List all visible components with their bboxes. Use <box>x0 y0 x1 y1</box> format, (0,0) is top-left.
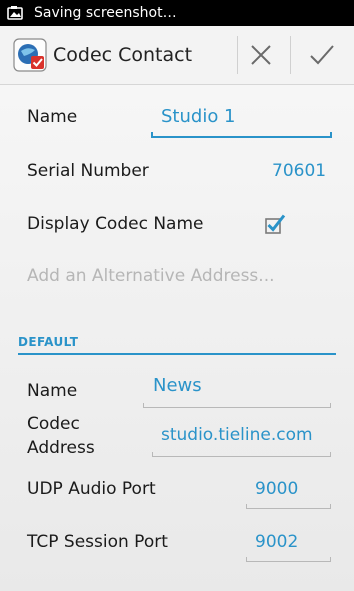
action-divider <box>290 36 291 74</box>
name-field[interactable]: Studio 1 <box>161 106 236 128</box>
udp-audio-port-underline <box>246 504 331 509</box>
screenshot-icon <box>7 5 23 21</box>
section-header-default: DEFAULT <box>18 335 79 349</box>
udp-audio-port-label: UDP Audio Port <box>27 479 156 499</box>
name-label: Name <box>27 107 78 127</box>
cancel-button[interactable] <box>238 34 284 76</box>
default-name-field[interactable]: News <box>153 375 202 397</box>
page-title: Codec Contact <box>53 44 193 66</box>
display-codec-name-label: Display Codec Name <box>27 214 204 234</box>
name-field-underline <box>151 132 332 138</box>
serial-number-label: Serial Number <box>27 161 149 181</box>
close-icon <box>251 45 271 65</box>
tcp-session-port-label: TCP Session Port <box>27 532 168 552</box>
display-codec-name-checkbox[interactable] <box>264 213 286 235</box>
serial-number-value: 70601 <box>272 161 327 181</box>
checkbox-checked-icon <box>265 214 286 234</box>
codec-contact-icon <box>13 38 47 72</box>
codec-address-label: Codec Address <box>27 414 95 458</box>
action-bar: Codec Contact <box>0 26 354 85</box>
contact-form: Name Studio 1 Serial Number 70601 Displa… <box>0 85 354 591</box>
checkmark-icon <box>310 45 334 65</box>
save-button[interactable] <box>298 34 344 76</box>
codec-address-field[interactable]: studio.tieline.com <box>161 424 313 446</box>
status-text: Saving screenshot… <box>34 5 177 21</box>
section-divider <box>18 353 336 355</box>
tcp-session-port-underline <box>246 557 331 562</box>
codec-address-underline <box>152 452 331 457</box>
status-bar: Saving screenshot… <box>0 0 354 26</box>
tcp-session-port-field[interactable]: 9002 <box>255 531 298 553</box>
default-name-underline <box>143 403 331 408</box>
default-name-label: Name <box>27 381 78 401</box>
add-alternative-address-button[interactable]: Add an Alternative Address... <box>27 265 275 287</box>
udp-audio-port-field[interactable]: 9000 <box>255 478 298 500</box>
